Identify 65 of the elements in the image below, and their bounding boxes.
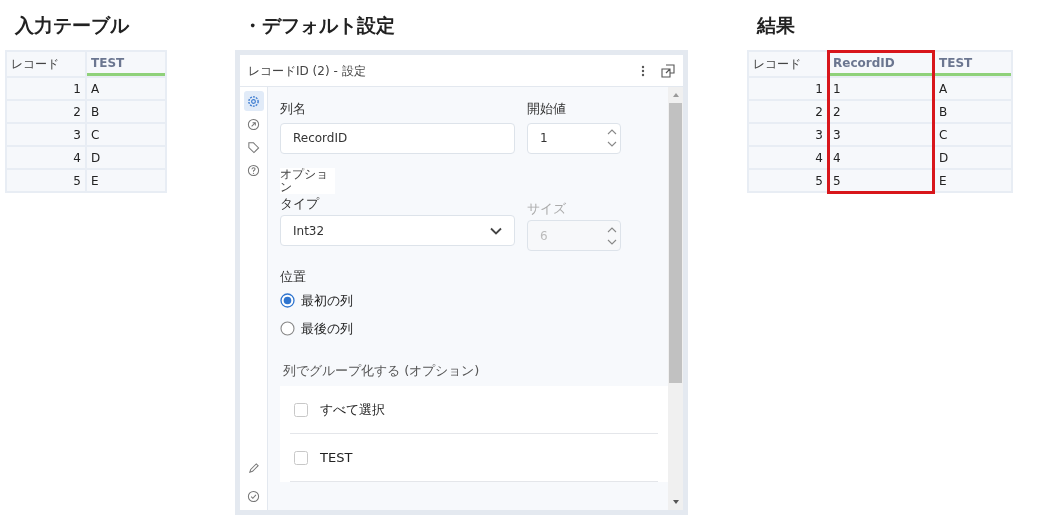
help-icon — [247, 163, 260, 177]
scroll-up-icon[interactable] — [671, 91, 680, 99]
more-icon[interactable] — [641, 64, 645, 77]
table-cell: 3 — [749, 124, 827, 145]
settings-tab[interactable] — [243, 91, 264, 111]
section-label: 列でグループ化する (オプション) — [283, 361, 480, 380]
table-cell: 2 — [7, 101, 85, 122]
option-label: 最初の列 — [301, 292, 353, 311]
column-header: TEST — [87, 52, 165, 76]
option-label: 最後の列 — [301, 320, 353, 339]
tag-icon — [247, 140, 260, 154]
table-cell: 5 — [829, 170, 933, 191]
field-label: サイズ — [527, 199, 567, 218]
section-label: オプション — [280, 167, 336, 194]
section-heading: 結果 — [755, 13, 795, 38]
table-cell: E — [87, 170, 165, 191]
table-cell: 2 — [749, 101, 827, 122]
table-cell: 1 — [749, 78, 827, 99]
table-cell: 3 — [7, 124, 85, 145]
table-cell: 4 — [829, 147, 933, 168]
field-label: タイプ — [280, 194, 321, 213]
table-cell: C — [935, 124, 1011, 145]
pencil-icon — [247, 461, 260, 475]
table-cell: 4 — [749, 147, 827, 168]
table-cell: 3 — [829, 124, 933, 145]
table-cell: 1 — [7, 78, 85, 99]
input-field[interactable]: RecordID — [280, 122, 515, 154]
column-header: レコード — [7, 52, 85, 76]
radio-button[interactable] — [280, 321, 295, 337]
checkbox-label: TEST — [320, 449, 353, 468]
checkbox-label: すべて選択 — [320, 401, 385, 420]
column-header: RecordID — [829, 52, 933, 76]
check-circle-icon — [247, 489, 260, 503]
checkbox[interactable] — [294, 402, 308, 417]
column-header: TEST — [935, 52, 1011, 76]
scroll-down-icon[interactable] — [671, 498, 680, 506]
table-cell: 5 — [7, 170, 85, 191]
section-heading: 入力テーブル — [13, 13, 129, 38]
dropdown[interactable]: Int32 — [280, 215, 515, 247]
table-cell: 5 — [749, 170, 827, 191]
table-cell: A — [87, 78, 165, 99]
checkbox[interactable] — [294, 450, 308, 465]
arrow-circle-icon — [247, 117, 260, 131]
field-label: 開始値 — [527, 100, 567, 118]
field-label: 位置 — [280, 268, 306, 287]
table-cell: D — [935, 147, 1011, 168]
field-label: 列名 — [280, 100, 307, 118]
table-cell: 4 — [7, 147, 85, 168]
section-heading: ・デフォルト設定 — [242, 13, 395, 38]
table-cell: E — [935, 170, 1011, 191]
table-cell: B — [935, 101, 1011, 122]
chevron-icon — [490, 226, 502, 235]
settings-icon — [247, 94, 260, 108]
table-cell: C — [87, 124, 165, 145]
table-cell: 1 — [829, 78, 933, 99]
table-cell: B — [87, 101, 165, 122]
popout-icon[interactable] — [661, 63, 675, 78]
column-header: レコード — [749, 52, 827, 76]
scrollbar[interactable] — [668, 87, 683, 510]
radio-button[interactable] — [280, 293, 295, 309]
table-cell: D — [87, 147, 165, 168]
panel-title: レコードID (2) - 設定 — [248, 62, 366, 80]
input-field[interactable]: 1 — [527, 122, 621, 154]
table-cell: A — [935, 78, 1011, 99]
table-cell: 2 — [829, 101, 933, 122]
